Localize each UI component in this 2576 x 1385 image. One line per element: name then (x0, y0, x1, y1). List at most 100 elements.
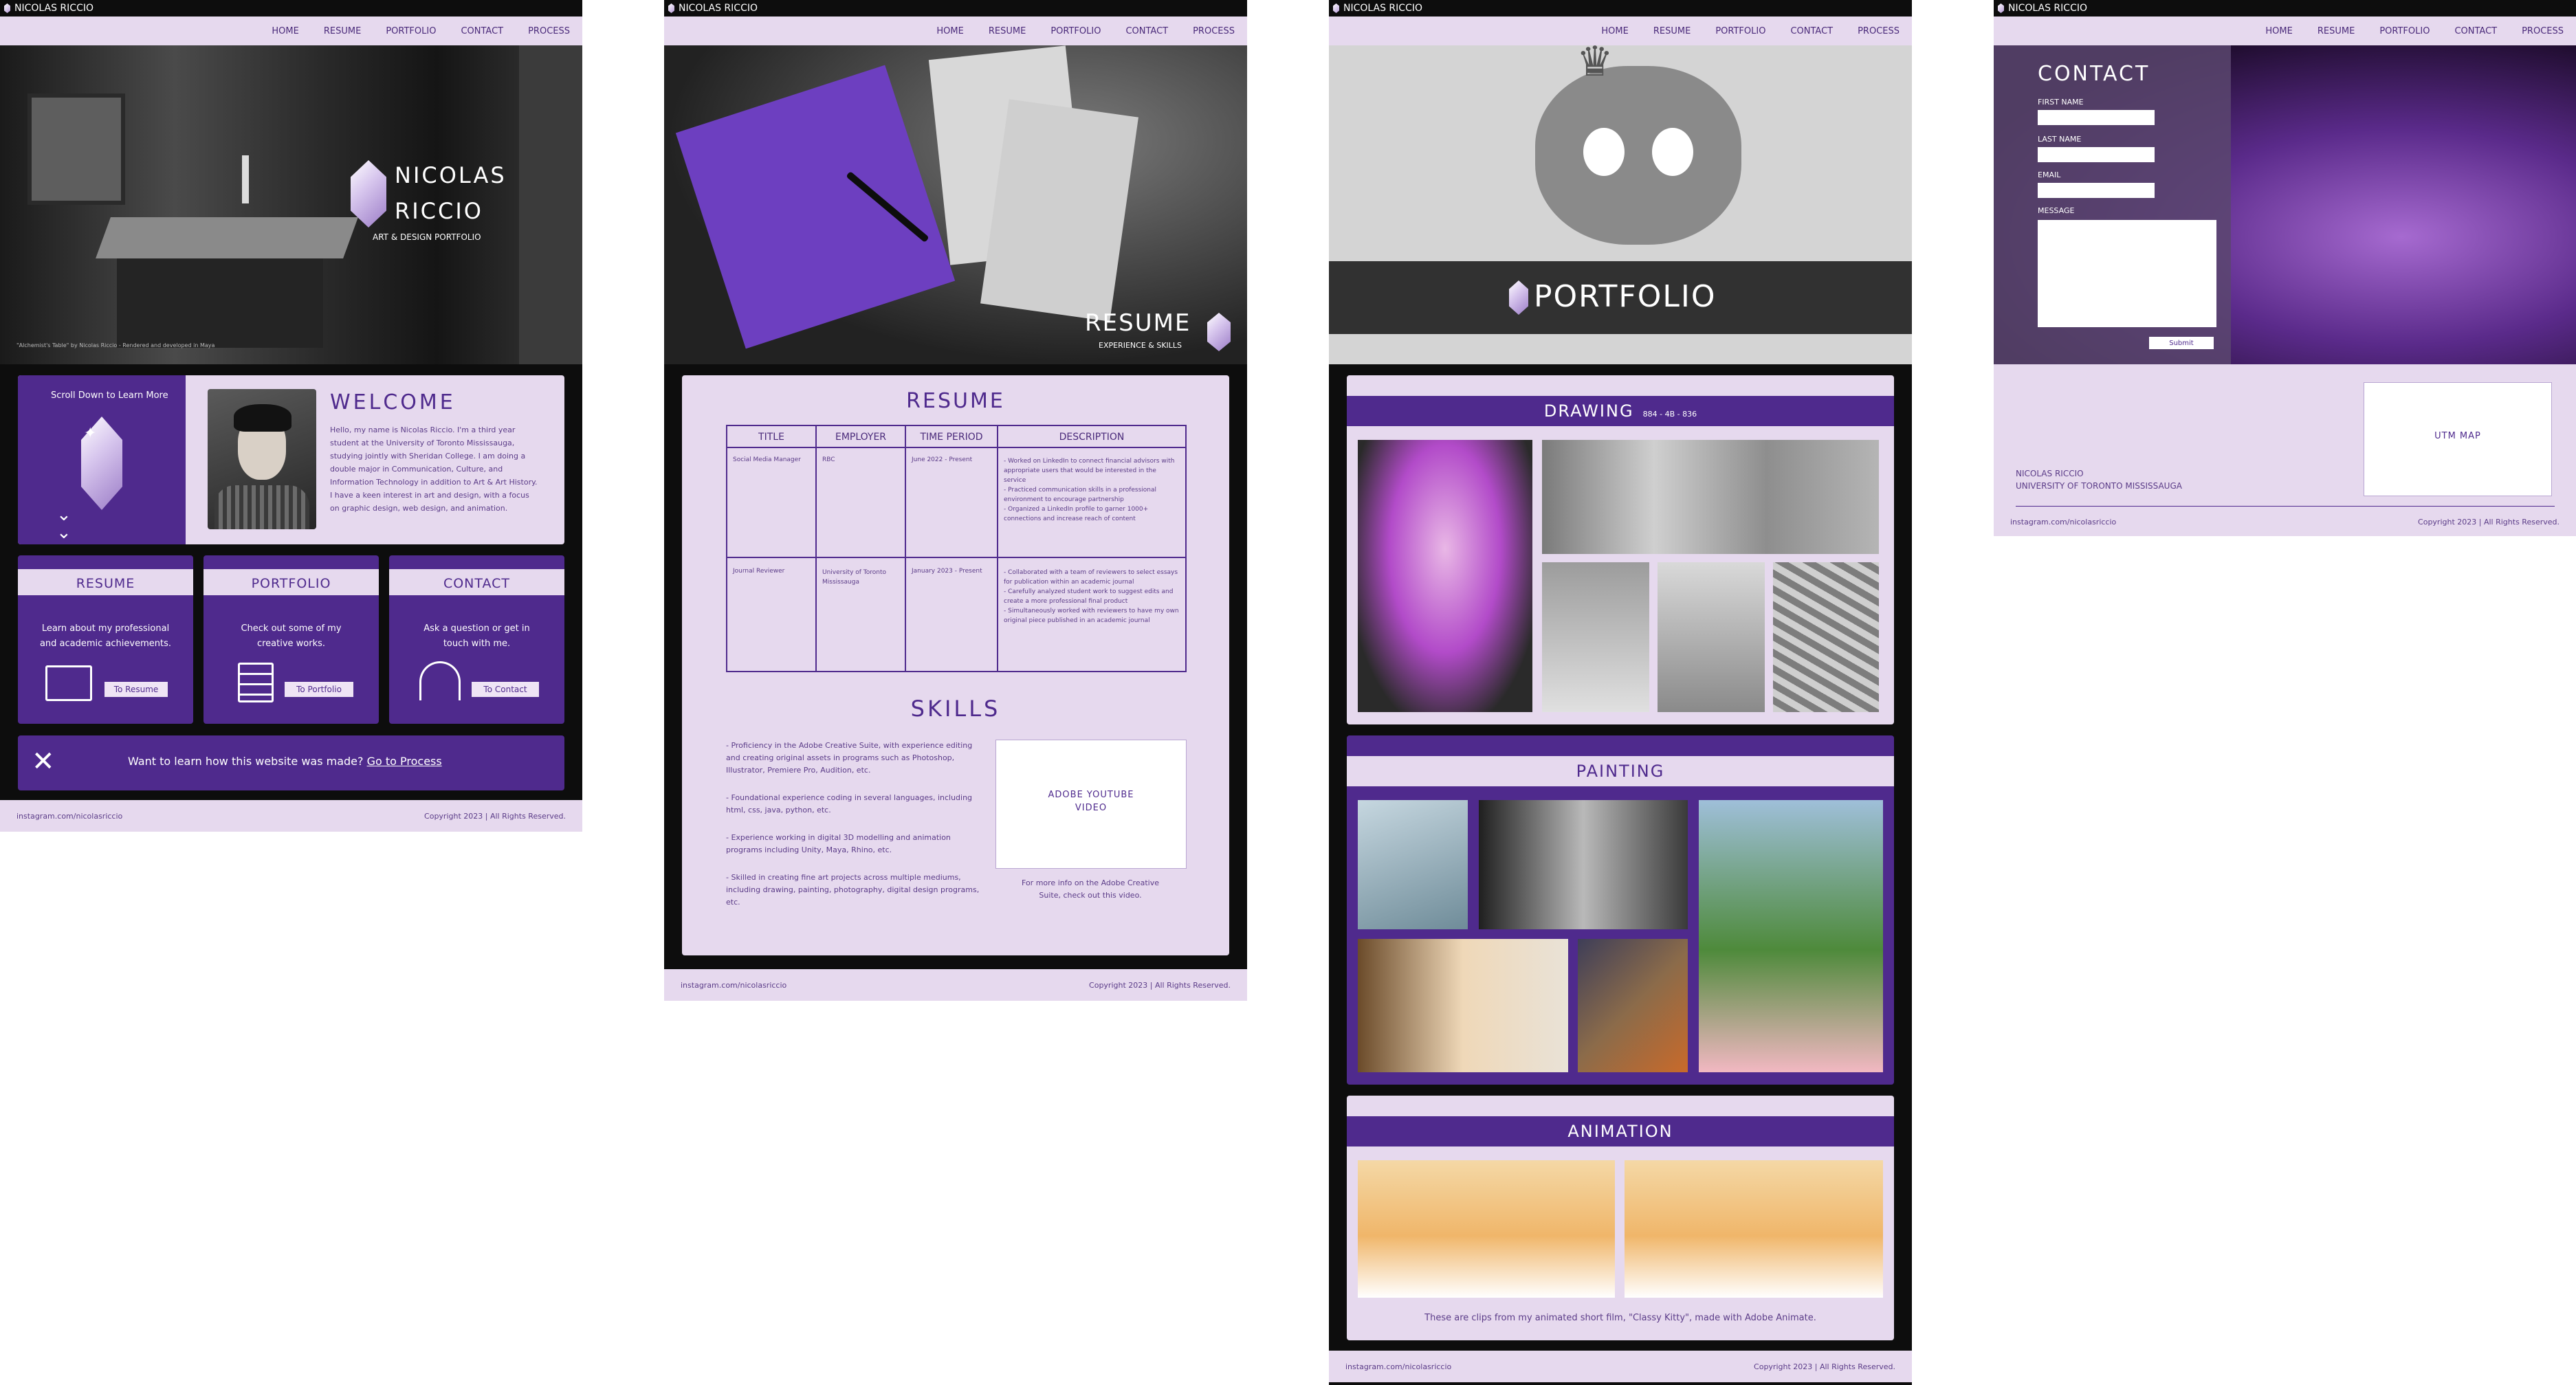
contact-name: NICOLAS RICCIO (2016, 469, 2084, 478)
nav-home[interactable]: HOME (272, 26, 298, 36)
last-name-field[interactable] (2038, 147, 2155, 162)
brand-name[interactable]: NICOLAS RICCIO (679, 0, 758, 16)
nav-contact[interactable]: CONTACT (1125, 26, 1168, 36)
animation-clip-bear[interactable] (1358, 1160, 1615, 1298)
animation-section: ANIMATION These are clips from my animat… (1347, 1096, 1894, 1340)
headset-icon (419, 661, 461, 700)
resume-hero-title: RESUME (1085, 309, 1191, 337)
resume-table-col2 (905, 426, 906, 671)
row1-desc-item: - Organized a LinkedIn profile to garner… (1004, 506, 1149, 522)
nav-home[interactable]: HOME (1601, 26, 1628, 36)
row2-desc: - Collaborated with a team of reviewers … (1004, 568, 1180, 625)
drawing-boy-art[interactable] (1358, 440, 1532, 712)
instagram-link[interactable]: instagram.com/nicolasriccio (681, 981, 786, 990)
resume-main-card: RESUME TITLE EMPLOYER TIME PERIOD DESCRI… (682, 375, 1229, 955)
nav-process[interactable]: PROCESS (1858, 26, 1900, 36)
animation-clip-kitty[interactable] (1625, 1160, 1883, 1298)
hero-cat-eye-left (1583, 128, 1625, 176)
resume-card[interactable]: RESUME Learn about my professional and a… (18, 555, 193, 724)
first-name-label: FIRST NAME (2038, 98, 2084, 107)
hero-cat-head (1535, 66, 1741, 245)
painting-title: PAINTING (1576, 762, 1665, 781)
drawing-section: DRAWING 884 - 4B - 836 (1347, 375, 1894, 724)
portfolio-page: NICOLAS RICCIO HOME RESUME PORTFOLIO CON… (1329, 0, 1912, 1385)
contact-card-text: Ask a question or get in touch with me. (423, 623, 530, 649)
nav-contact[interactable]: CONTACT (461, 26, 503, 36)
hero-name-line1: NICOLAS (395, 162, 507, 188)
gem-logo-icon (668, 3, 674, 13)
nav-portfolio[interactable]: PORTFOLIO (1715, 26, 1765, 36)
last-name-label: LAST NAME (2038, 135, 2082, 144)
painting-window-art[interactable] (1479, 800, 1688, 929)
adobe-video-embed[interactable]: ADOBE YOUTUBE VIDEO (995, 740, 1187, 869)
resume-card-text: Learn about my professional and academic… (39, 623, 172, 649)
nav-portfolio[interactable]: PORTFOLIO (2379, 26, 2430, 36)
hero-subtitle: ART & DESIGN PORTFOLIO (373, 232, 481, 242)
instagram-link[interactable]: instagram.com/nicolasriccio (1345, 1362, 1451, 1371)
nav-portfolio[interactable]: PORTFOLIO (1050, 26, 1101, 36)
avatar-hair (234, 404, 291, 432)
to-resume-button[interactable]: To Resume (104, 682, 168, 697)
copyright: Copyright 2023 | All Rights Reserved. (1754, 1362, 1895, 1371)
nav-process[interactable]: PROCESS (1193, 26, 1235, 36)
hero-table (96, 217, 358, 258)
portfolio-hero-title: PORTFOLIO (1534, 279, 1717, 314)
scroll-down-icon[interactable]: ⌄ ⌄ (56, 506, 71, 542)
email-field[interactable] (2038, 183, 2155, 198)
row1-desc-item: - Practiced communication skills in a pr… (1004, 487, 1157, 503)
animation-title: ANIMATION (1567, 1122, 1673, 1141)
resume-table-col1 (815, 426, 817, 671)
skills-list: - Proficiency in the Adobe Creative Suit… (726, 740, 987, 909)
drawing-dancer-art[interactable] (1658, 562, 1765, 712)
row1-desc: - Worked on LinkedIn to connect financia… (1004, 456, 1180, 524)
instagram-link[interactable]: instagram.com/nicolasriccio (2010, 518, 2116, 527)
nav-process[interactable]: PROCESS (528, 26, 570, 36)
first-name-field[interactable] (2038, 110, 2155, 125)
main-nav: HOME RESUME PORTFOLIO CONTACT PROCESS (1329, 16, 1912, 45)
nav-home[interactable]: HOME (936, 26, 963, 36)
painting-ice-art[interactable] (1358, 800, 1468, 929)
gem-logo-icon (1998, 3, 2004, 13)
painting-cat-art[interactable] (1699, 800, 1883, 1072)
to-portfolio-button[interactable]: To Portfolio (285, 682, 353, 697)
nav-home[interactable]: HOME (2265, 26, 2292, 36)
home-page: NICOLAS RICCIO HOME RESUME PORTFOLIO CON… (0, 0, 582, 832)
drawing-subtitle: 884 - 4B - 836 (1642, 410, 1697, 419)
welcome-card: Scroll Down to Learn More ✦ ⌄ ⌄ WELCOME H… (18, 375, 564, 544)
instagram-link[interactable]: instagram.com/nicolasriccio (16, 812, 122, 821)
portfolio-card[interactable]: PORTFOLIO Check out some of my creative … (203, 555, 379, 724)
nav-process[interactable]: PROCESS (2522, 26, 2564, 36)
utm-map[interactable]: UTM MAP (2364, 382, 2552, 496)
resume-table-row-divider (727, 557, 1185, 558)
brand-name[interactable]: NICOLAS RICCIO (2008, 0, 2087, 16)
drawing-ice-art[interactable] (1773, 562, 1879, 712)
skills-title: SKILLS (910, 696, 1001, 722)
submit-button[interactable]: Submit (2149, 337, 2214, 349)
column-title: TITLE (758, 432, 784, 443)
drawing-room-art[interactable] (1542, 440, 1879, 554)
row1-employer: RBC (822, 456, 835, 463)
contact-card[interactable]: CONTACT Ask a question or get in touch w… (389, 555, 564, 724)
skill-item: - Skilled in creating fine art projects … (726, 873, 980, 907)
welcome-body: Hello, my name is Nicolas Riccio. I'm a … (330, 425, 538, 513)
nav-contact[interactable]: CONTACT (2454, 26, 2497, 36)
nav-resume[interactable]: RESUME (1653, 26, 1691, 36)
painting-still-life-art[interactable] (1578, 939, 1688, 1072)
nav-portfolio[interactable]: PORTFOLIO (386, 26, 436, 36)
process-link[interactable]: Go to Process (367, 755, 442, 768)
brand-name[interactable]: NICOLAS RICCIO (14, 0, 93, 16)
nav-contact[interactable]: CONTACT (1790, 26, 1833, 36)
brand-name[interactable]: NICOLAS RICCIO (1343, 0, 1422, 16)
message-field[interactable] (2038, 220, 2216, 327)
to-contact-button[interactable]: To Contact (472, 682, 539, 697)
nav-resume[interactable]: RESUME (2318, 26, 2355, 36)
avatar (208, 389, 316, 529)
drawing-mermaid-art[interactable] (1542, 562, 1649, 712)
top-bar: NICOLAS RICCIO (1329, 0, 1912, 16)
home-hero: "Alchemist's Table" by Nicolas Riccio - … (0, 45, 582, 364)
nav-resume[interactable]: RESUME (324, 26, 361, 36)
nav-resume[interactable]: RESUME (989, 26, 1026, 36)
contact-card-title: CONTACT (443, 576, 511, 591)
painting-sisters-art[interactable] (1358, 939, 1568, 1072)
copyright: Copyright 2023 | All Rights Reserved. (1089, 980, 1231, 990)
